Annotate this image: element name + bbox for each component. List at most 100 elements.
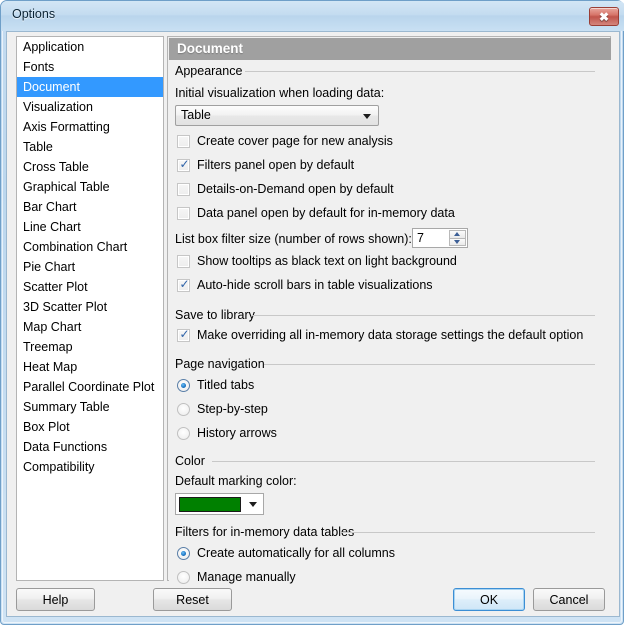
sidebar-item-label: Parallel Coordinate Plot (23, 380, 155, 394)
sidebar-item-table[interactable]: Table (17, 137, 163, 157)
sidebar-item-line-chart[interactable]: Line Chart (17, 217, 163, 237)
reset-button[interactable]: Reset (153, 588, 232, 611)
radio-label-manage-manually: Manage manually (197, 570, 296, 584)
dialog-client-area: Application Fonts Document Visualization Axi… (6, 31, 620, 617)
sidebar-item-heat-map[interactable]: Heat Map (17, 357, 163, 377)
group-rule-filters-in-memory (341, 532, 595, 533)
sidebar-item-label: Application (23, 40, 85, 54)
help-button[interactable]: Help (16, 588, 95, 611)
radio-label-titled-tabs: Titled tabs (197, 378, 255, 392)
radio-manage-manually[interactable] (177, 571, 190, 584)
initial-visualization-select[interactable]: Table (175, 105, 379, 126)
group-rule-page-navigation (264, 364, 595, 365)
initial-visualization-value: Table (181, 108, 211, 122)
panel-header: Document (169, 38, 611, 60)
sidebar-item-visualization[interactable]: Visualization (17, 97, 163, 117)
sidebar-item-label: Map Chart (23, 320, 82, 334)
check-icon: ✓ (179, 157, 190, 171)
radio-create-automatically[interactable] (177, 547, 190, 560)
sidebar-item-label: Table (23, 140, 53, 154)
chevron-down-icon (249, 502, 257, 507)
sidebar-item-label: Compatibility (23, 460, 95, 474)
sidebar-item-parallel-coordinate-plot[interactable]: Parallel Coordinate Plot (17, 377, 163, 397)
sidebar-item-treemap[interactable]: Treemap (17, 337, 163, 357)
sidebar-item-scatter-plot[interactable]: Scatter Plot (17, 277, 163, 297)
group-rule-save-to-library (252, 315, 595, 316)
initial-visualization-label: Initial visualization when loading data: (175, 86, 385, 100)
checkbox-auto-hide-scroll-bars[interactable]: ✓ (177, 277, 190, 292)
default-marking-color-label: Default marking color: (175, 474, 297, 488)
sidebar-item-data-functions[interactable]: Data Functions (17, 437, 163, 457)
list-box-filter-size-value: 7 (417, 231, 424, 245)
checkbox-label-create-cover-page: Create cover page for new analysis (197, 134, 393, 148)
group-label-save-to-library: Save to library (175, 308, 260, 322)
titlebar: Options ✖ (1, 1, 624, 31)
checkbox-override-in-memory-storage[interactable]: ✓ (177, 328, 190, 342)
window-title: Options (12, 7, 56, 21)
sidebar-item-label: Combination Chart (23, 240, 128, 254)
checkbox-data-panel-open[interactable] (177, 207, 190, 220)
sidebar-item-combination-chart[interactable]: Combination Chart (17, 237, 163, 257)
checkbox-label-show-tooltips: Show tooltips as black text on light bac… (197, 254, 457, 268)
sidebar-item-map-chart[interactable]: Map Chart (17, 317, 163, 337)
sidebar-item-label: Treemap (23, 340, 73, 354)
sidebar-item-label: Scatter Plot (23, 280, 88, 294)
sidebar-item-pie-chart[interactable]: Pie Chart (17, 257, 163, 277)
panel-title: Document (177, 41, 244, 56)
sidebar-item-label: 3D Scatter Plot (23, 300, 108, 314)
default-marking-color-picker[interactable] (175, 493, 264, 515)
triangle-down-icon (454, 239, 460, 244)
checkbox-show-tooltips[interactable] (177, 255, 190, 268)
sidebar-item-application[interactable]: Application (17, 37, 163, 57)
radio-label-history-arrows: History arrows (197, 426, 277, 440)
sidebar-item-label: Heat Map (23, 360, 78, 374)
checkbox-details-on-demand-open[interactable] (177, 183, 190, 196)
color-swatch (179, 497, 241, 512)
chevron-down-icon (363, 113, 371, 119)
cancel-button[interactable]: Cancel (533, 588, 605, 611)
group-label-filters-in-memory: Filters for in-memory data tables (175, 525, 360, 539)
sidebar-item-3d-scatter-plot[interactable]: 3D Scatter Plot (17, 297, 163, 317)
sidebar-item-label: Document (23, 80, 80, 94)
list-box-filter-size-stepper[interactable]: 7 (412, 228, 468, 248)
radio-history-arrows[interactable] (177, 427, 190, 440)
category-list[interactable]: Application Fonts Document Visualization Axi… (16, 36, 164, 581)
radio-titled-tabs[interactable] (177, 379, 190, 392)
sidebar-item-label: Fonts (23, 60, 55, 74)
stepper-up-button[interactable] (449, 230, 466, 238)
group-label-page-navigation: Page navigation (175, 357, 270, 371)
settings-panel: Document Appearance Initial visualizatio… (167, 36, 611, 584)
group-rule-appearance (245, 71, 595, 72)
options-dialog-window: Options ✖ Application Fonts Document Visual… (0, 0, 624, 625)
sidebar-item-axis-formatting[interactable]: Axis Formatting (17, 117, 163, 137)
checkbox-label-details-on-demand-open: Details-on-Demand open by default (197, 182, 394, 196)
group-label-color: Color (175, 454, 210, 468)
checkbox-label-auto-hide-scroll-bars: Auto-hide scroll bars in table visualiza… (197, 278, 433, 292)
sidebar-item-compatibility[interactable]: Compatibility (17, 457, 163, 477)
sidebar-item-bar-chart[interactable]: Bar Chart (17, 197, 163, 217)
close-button[interactable]: ✖ (589, 7, 619, 26)
sidebar-item-summary-table[interactable]: Summary Table (17, 397, 163, 417)
stepper-buttons (449, 230, 466, 246)
sidebar-item-fonts[interactable]: Fonts (17, 57, 163, 77)
sidebar-item-label: Graphical Table (23, 180, 110, 194)
radio-step-by-step[interactable] (177, 403, 190, 416)
sidebar-item-box-plot[interactable]: Box Plot (17, 417, 163, 437)
sidebar-item-label: Summary Table (23, 400, 110, 414)
sidebar-item-label: Cross Table (23, 160, 89, 174)
sidebar-item-document[interactable]: Document (17, 77, 163, 97)
sidebar-item-graphical-table[interactable]: Graphical Table (17, 177, 163, 197)
sidebar-item-label: Axis Formatting (23, 120, 110, 134)
stepper-down-button[interactable] (449, 237, 466, 246)
checkbox-filters-panel-open[interactable]: ✓ (177, 157, 190, 172)
sidebar-item-label: Visualization (23, 100, 93, 114)
sidebar-item-cross-table[interactable]: Cross Table (17, 157, 163, 177)
group-rule-color (212, 461, 595, 462)
sidebar-item-label: Bar Chart (23, 200, 77, 214)
checkbox-create-cover-page[interactable] (177, 135, 190, 148)
ok-button[interactable]: OK (453, 588, 525, 611)
close-icon: ✖ (598, 9, 610, 24)
checkbox-label-override-in-memory-storage: Make overriding all in-memory data stora… (197, 328, 584, 342)
sidebar-item-label: Box Plot (23, 420, 70, 434)
check-icon: ✓ (179, 277, 190, 291)
